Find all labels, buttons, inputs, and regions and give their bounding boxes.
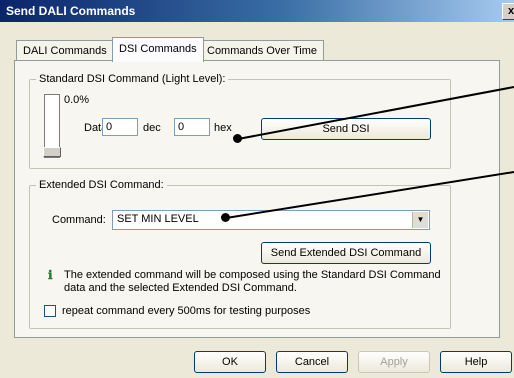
- dec-label: dec: [143, 122, 161, 134]
- help-button[interactable]: Help: [440, 351, 512, 373]
- hex-input[interactable]: [174, 118, 210, 136]
- dec-input[interactable]: [102, 118, 138, 136]
- callout-dot-command: [221, 213, 230, 222]
- send-dsi-button[interactable]: Send DSI: [261, 118, 431, 140]
- command-select-value: SET MIN LEVEL: [117, 213, 199, 225]
- light-level-slider[interactable]: [43, 94, 61, 158]
- tab-panel-dsi: Standard DSI Command (Light Level): 0.0%…: [14, 60, 500, 338]
- info-text-line2: data and the selected Extended DSI Comma…: [64, 282, 297, 294]
- info-text-line1: The extended command will be composed us…: [64, 269, 441, 281]
- window-title: Send DALI Commands: [6, 4, 136, 18]
- tab-commands-over-time[interactable]: Commands Over Time: [200, 40, 325, 61]
- dialog-window: Send DALI Commands x DALI Commands DSI C…: [0, 0, 514, 378]
- level-readout: 0.0%: [64, 94, 90, 106]
- command-select[interactable]: SET MIN LEVEL ▼: [112, 210, 430, 230]
- standard-dsi-group: Standard DSI Command (Light Level): 0.0%…: [29, 73, 451, 169]
- extended-dsi-legend: Extended DSI Command:: [36, 179, 167, 191]
- callout-dot-hex: [233, 134, 242, 143]
- tab-dali-commands[interactable]: DALI Commands: [16, 40, 114, 61]
- chevron-down-icon[interactable]: ▼: [412, 212, 428, 228]
- extended-dsi-group: Extended DSI Command: Command: SET MIN L…: [29, 179, 451, 329]
- hex-label: hex: [214, 122, 232, 134]
- send-extended-dsi-button[interactable]: Send Extended DSI Command: [261, 242, 431, 264]
- close-button[interactable]: x: [502, 3, 514, 20]
- standard-dsi-legend: Standard DSI Command (Light Level):: [36, 73, 229, 85]
- apply-button[interactable]: Apply: [358, 351, 430, 373]
- info-icon: ℹ: [48, 268, 53, 282]
- title-bar: Send DALI Commands x: [0, 0, 514, 22]
- command-label: Command:: [52, 214, 106, 226]
- cancel-button[interactable]: Cancel: [276, 351, 348, 373]
- ok-button[interactable]: OK: [194, 351, 266, 373]
- tab-dsi-commands[interactable]: DSI Commands: [112, 37, 204, 62]
- repeat-checkbox[interactable]: [44, 305, 56, 317]
- repeat-label: repeat command every 500ms for testing p…: [62, 305, 311, 317]
- slider-thumb[interactable]: [43, 147, 61, 157]
